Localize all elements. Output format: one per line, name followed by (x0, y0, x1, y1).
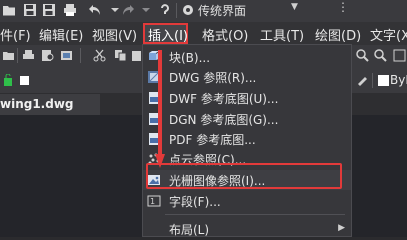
drawing-tab-label: wing1.dwg (0, 97, 74, 111)
menu-item-label: DWF 参考底图(U)... (169, 92, 279, 106)
separator (372, 73, 373, 88)
layer-color-swatch-icon (20, 76, 29, 85)
save-icon[interactable] (23, 3, 37, 17)
linetype-value[interactable]: ByL (390, 73, 407, 87)
publish-icon[interactable] (60, 49, 73, 62)
svg-text:1: 1 (150, 197, 155, 206)
workspace-selector[interactable]: 传统界面 (198, 2, 246, 19)
menu-item-field[interactable]: 1 字段(F)... (143, 191, 351, 211)
menu-text[interactable]: 文字(X) (370, 25, 407, 44)
insert-menu-dropdown: 块(B)... DWG 参照(R)... DWF 参考底图(U)... DGN … (142, 44, 352, 237)
annotation-arrow-icon (155, 50, 165, 168)
linetype-swatch-icon (378, 75, 389, 86)
new-file-icon[interactable] (2, 3, 16, 17)
copy-icon[interactable] (114, 49, 127, 62)
separator (17, 48, 18, 63)
menu-item-pdf-underlay[interactable]: PDF 参考底图... (143, 129, 351, 149)
menu-item-block[interactable]: 块(B)... (143, 47, 351, 67)
menu-draw[interactable]: 绘图(D) (315, 25, 361, 44)
open-icon[interactable] (2, 49, 15, 62)
menu-item-label: 字段(F)... (169, 195, 221, 209)
drawing-tab[interactable]: wing1.dwg (0, 94, 100, 115)
print-preview-icon[interactable] (41, 49, 54, 62)
menu-item-label: DGN 参考底图(G)... (169, 113, 279, 127)
menu-item-label: PDF 参考底图... (169, 133, 256, 147)
submenu-arrow-icon: ▶ (338, 223, 345, 233)
cut-icon[interactable] (93, 49, 106, 62)
separator (176, 3, 177, 18)
undo-icon[interactable] (88, 3, 102, 17)
quick-access-toolbar: 传统界面 ▼ ⋮ (0, 0, 407, 22)
menu-view[interactable]: 视图(V) (92, 25, 137, 44)
layer-status-icon (4, 74, 12, 86)
menu-item-label: DWG 参照(R)... (169, 71, 257, 85)
help-icon[interactable] (158, 3, 172, 17)
menu-file[interactable]: 件(F) (0, 25, 31, 44)
menu-separator (165, 214, 345, 215)
save-as-icon[interactable] (42, 3, 56, 17)
separator (80, 48, 81, 63)
zoom-previous-icon[interactable] (393, 49, 406, 62)
more-icon[interactable]: ⋮ (337, 0, 349, 14)
redo-dropdown-icon[interactable] (139, 3, 153, 17)
menu-item-layout[interactable]: 布局(L) ▶ (143, 219, 351, 239)
menu-item-label: 块(B)... (169, 51, 211, 65)
print-icon[interactable] (22, 49, 35, 62)
redo-icon[interactable] (121, 3, 135, 17)
chevron-down-icon[interactable]: ▼ (291, 2, 298, 12)
color-picker-icon[interactable] (356, 74, 369, 87)
raster-image-highlight (146, 163, 342, 189)
zoom-window-icon[interactable] (374, 49, 387, 62)
menu-item-dwf-underlay[interactable]: DWF 参考底图(U)... (143, 88, 351, 108)
menu-tools[interactable]: 工具(T) (260, 25, 304, 44)
undo-dropdown-icon[interactable] (108, 3, 122, 17)
menu-insert[interactable]: 插入(I) (148, 25, 188, 44)
menu-format[interactable]: 格式(O) (202, 25, 248, 44)
print-icon[interactable] (63, 3, 77, 17)
menu-edit[interactable]: 编辑(E) (39, 25, 83, 44)
menu-item-label: 布局(L) (169, 223, 210, 237)
zoom-icon[interactable] (356, 49, 369, 62)
gear-icon[interactable] (181, 3, 195, 17)
field-icon: 1 (147, 195, 161, 207)
menu-item-dwg-reference[interactable]: DWG 参照(R)... (143, 67, 351, 87)
menu-item-dgn-underlay[interactable]: DGN 参考底图(G)... (143, 109, 351, 129)
